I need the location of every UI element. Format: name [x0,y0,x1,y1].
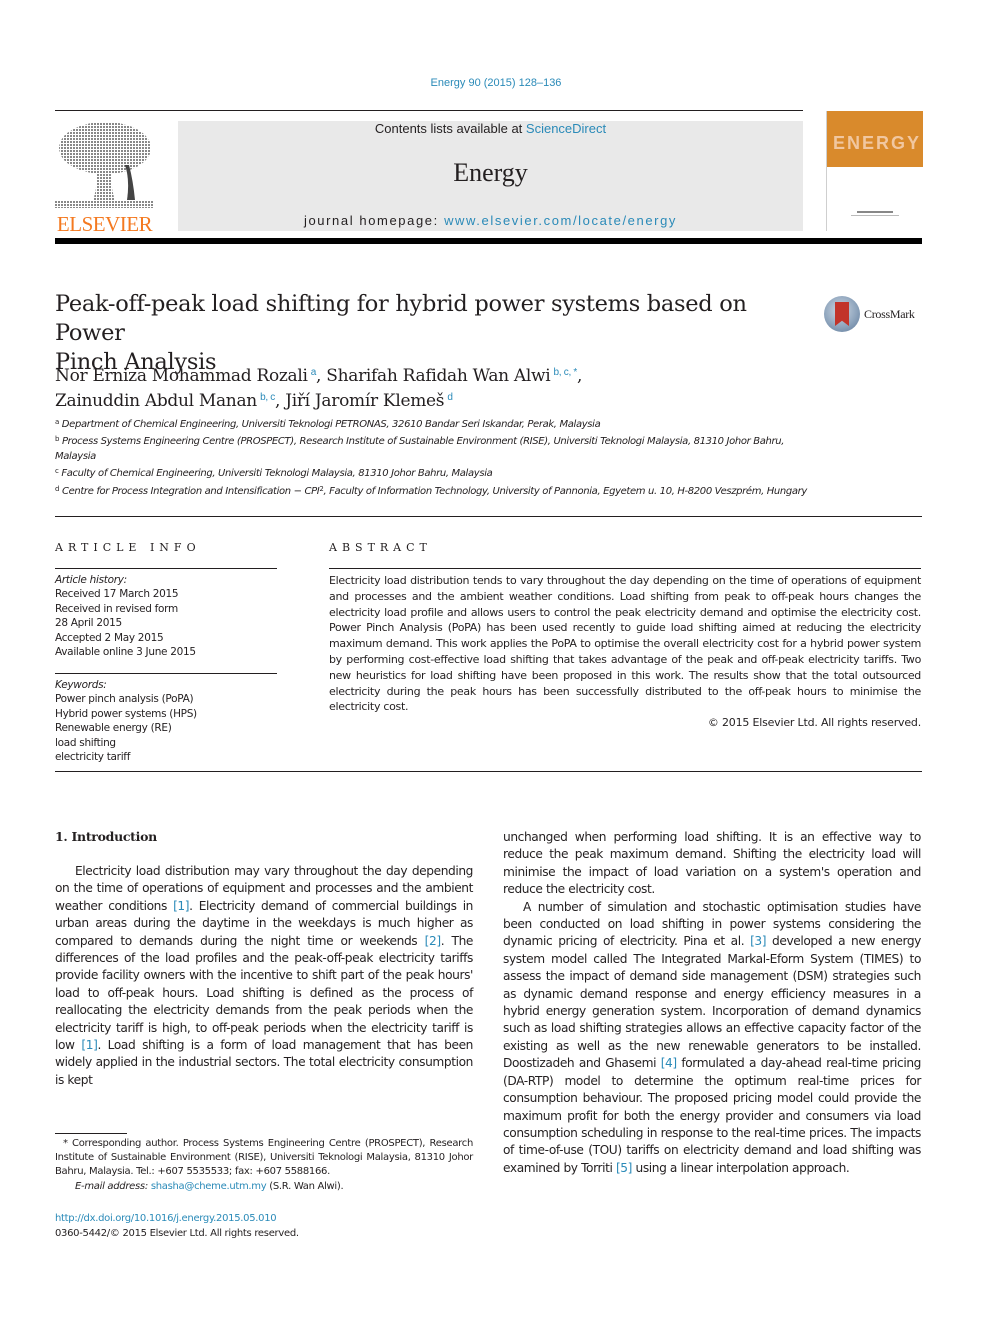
author-affiliation-mark[interactable]: b, c [260,392,275,403]
citation-link[interactable]: [3] [750,934,766,948]
intro-paragraph-2: A number of simulation and stochastic op… [503,899,921,1175]
citation-link[interactable]: [4] [661,1056,677,1070]
journal-reference[interactable]: Energy 90 (2015) 128–136 [0,77,992,89]
author-affiliation-mark[interactable]: b, c, * [554,367,578,378]
author-separator: , [316,366,327,386]
abstract-rule [329,568,921,569]
footnote-rule [55,1133,127,1134]
author-line-1: Nor Erniza Mohammad Rozali a, Sharifah R… [55,362,855,387]
abstract-copyright: © 2015 Elsevier Ltd. All rights reserved… [707,716,921,729]
history-item: Received in revised form [55,602,178,615]
email-suffix: (S.R. Wan Alwi). [266,1180,344,1192]
author-separator: , [274,391,286,411]
author-name[interactable]: Sharifah Rafidah Wan Alwi [326,366,550,386]
affiliation-text: Process Systems Engineering Centre (PROS… [55,436,785,462]
affiliation-divider [55,516,922,517]
crossmark-badge[interactable]: CrossMark [824,296,924,336]
citation-link[interactable]: [2] [425,934,441,948]
elsevier-wordmark: ELSEVIER [56,212,153,236]
intro-paragraph-continued: unchanged when performing load shifting.… [503,830,921,897]
affiliation-item: c Faculty of Chemical Engineering, Unive… [55,464,815,481]
doi-link[interactable]: http://dx.doi.org/10.1016/j.energy.2015.… [55,1213,277,1224]
article-title-line1: Peak-off-peak load shifting for hybrid p… [55,291,747,346]
citation-link[interactable]: [5] [616,1161,632,1175]
keywords-label: Keywords: [55,679,107,691]
article-info-heading: ARTICLE INFO [55,541,201,554]
doi-block: http://dx.doi.org/10.1016/j.energy.2015.… [55,1211,299,1241]
affiliation-mark: a [55,418,59,426]
email-label: E-mail address: [75,1180,148,1192]
crossmark-label: CrossMark [864,307,915,321]
history-item: 28 April 2015 [55,617,122,630]
author-name[interactable]: Nor Erniza Mohammad Rozali [55,366,308,386]
affiliation-text: , Faculty of Information Technology, Uni… [323,485,807,497]
cover-title: ENERGY [833,133,922,153]
keyword-item: load shifting [55,736,116,749]
affiliation-item: a Department of Chemical Engineering, Un… [55,415,815,432]
elsevier-tree-icon [55,122,153,208]
author-separator: , [577,366,583,386]
article-info-rule [55,568,277,569]
abstract-heading: ABSTRACT [329,541,432,554]
journal-homepage-link[interactable]: www.elsevier.com/locate/energy [444,213,677,228]
keyword-item: electricity tariff [55,751,131,764]
keyword-item: Power pinch analysis (PoPA) [55,693,194,706]
journal-banner: Contents lists available at ScienceDirec… [178,121,803,231]
elsevier-logo[interactable]: ELSEVIER [53,118,156,236]
front-matter-bottom-rule [55,771,922,772]
cover-publisher-mark-icon [851,211,899,216]
affiliation-item: b Process Systems Engineering Centre (PR… [55,432,815,464]
article-history-label: Article history: [55,574,127,586]
journal-homepage-line: journal homepage: www.elsevier.com/locat… [178,213,803,228]
body-column-left: Electricity load distribution may vary t… [55,863,473,1089]
history-item: Available online 3 June 2015 [55,646,196,659]
email-link[interactable]: shasha@cheme.utm.my [151,1181,267,1192]
keywords-rule [55,673,277,674]
citation-link[interactable]: [1] [173,899,189,913]
contents-prefix: Contents lists available at [374,121,526,136]
body-column-right: unchanged when performing load shifting.… [503,829,921,1177]
author-name[interactable]: Jiří Jaromír Klemeš [285,391,444,411]
footnotes: * Corresponding author. Process Systems … [55,1137,473,1194]
keywords: Keywords: Power pinch analysis (PoPA) Hy… [55,678,277,764]
history-item: Accepted 2 May 2015 [55,631,164,644]
author-list: Nor Erniza Mohammad Rozali a, Sharifah R… [55,362,855,412]
journal-cover-thumbnail[interactable]: ENERGY [826,111,923,231]
affiliation-text: Department of Chemical Engineering, Univ… [61,419,601,430]
homepage-prefix: journal homepage: [303,213,445,228]
affiliation-text: Faculty of Chemical Engineering, Univers… [61,468,493,480]
citation-link[interactable]: [1] [81,1038,97,1052]
header-top-rule [55,110,803,111]
affiliation-text: Centre for Process Integration and Inten… [61,485,320,497]
contents-line: Contents lists available at ScienceDirec… [178,121,803,136]
affiliation-mark: d [55,484,60,493]
header-bottom-rule [55,238,922,244]
author-affiliation-mark[interactable]: d [447,392,453,403]
issn-copyright: 0360-5442/© 2015 Elsevier Ltd. All right… [55,1228,299,1239]
affiliation-mark: b [55,435,60,444]
affiliation-mark: c [55,467,59,476]
author-line-2: Zainuddin Abdul Manan b, c, Jiří Jaromír… [55,387,855,412]
corresponding-author-note: * Corresponding author. Process Systems … [55,1138,473,1178]
journal-title: Energy [453,158,528,187]
section-heading-introduction: 1. Introduction [55,829,157,844]
history-item: Received 17 March 2015 [55,588,179,601]
keyword-item: Hybrid power systems (HPS) [55,707,197,720]
affiliation-list: a Department of Chemical Engineering, Un… [55,415,815,499]
abstract-text: Electricity load distribution tends to v… [329,574,921,714]
sciencedirect-link[interactable]: ScienceDirect [526,121,606,136]
keyword-item: Renewable energy (RE) [55,722,172,735]
author-name[interactable]: Zainuddin Abdul Manan [55,391,257,411]
email-note: E-mail address: shasha@cheme.utm.my (S.R… [55,1180,473,1194]
affiliation-item: d Centre for Process Integration and Int… [55,482,815,499]
article-history: Article history: Received 17 March 2015 … [55,573,277,659]
intro-paragraph-1: Electricity load distribution may vary t… [55,864,473,1087]
